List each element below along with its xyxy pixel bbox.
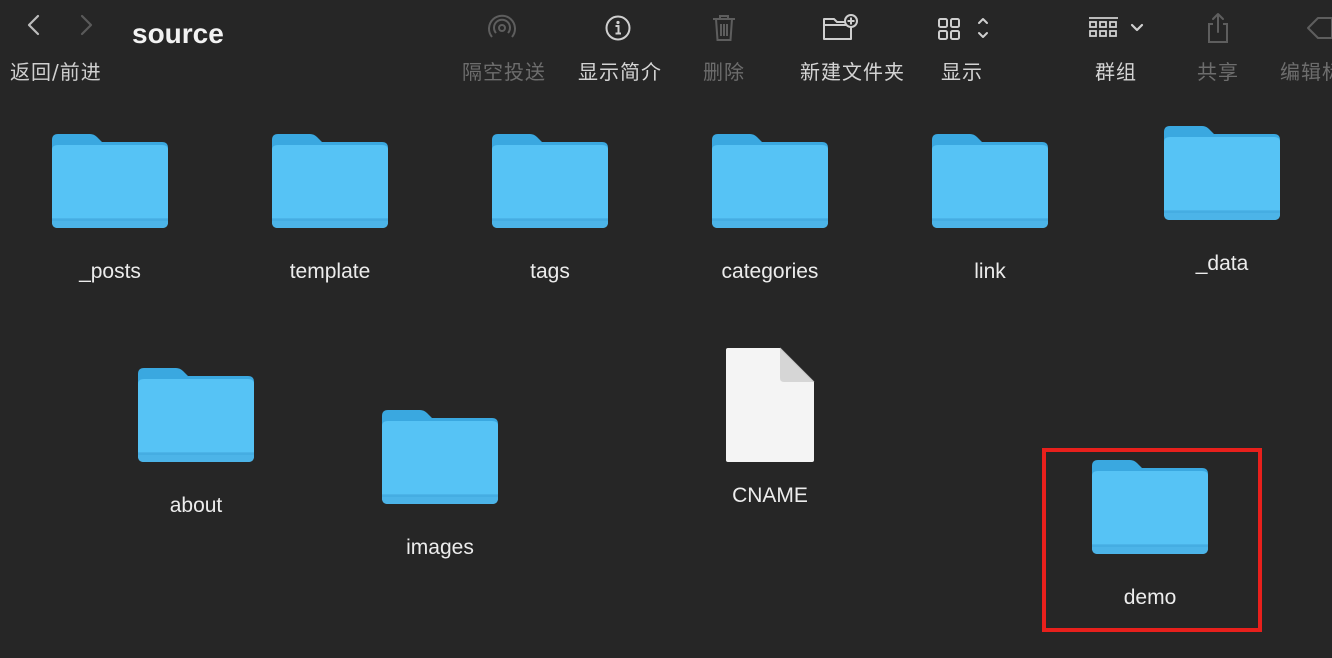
get-info-button[interactable]: 显示简介 [578, 6, 661, 92]
new-folder-label: 新建文件夹 [800, 60, 905, 84]
folder-item[interactable]: about [136, 364, 256, 534]
group-icon [1084, 10, 1148, 46]
airdrop-label: 隔空投送 [462, 60, 546, 84]
folder-icon [1162, 122, 1282, 222]
file-name: tags [530, 260, 570, 283]
back-button[interactable] [20, 10, 50, 40]
share-label: 共享 [1197, 60, 1239, 84]
file-name: CNAME [732, 484, 808, 507]
group-label: 群组 [1095, 60, 1137, 84]
folder-icon [136, 364, 256, 464]
file-name: _posts [79, 260, 141, 283]
trash-icon [704, 10, 744, 46]
delete-button[interactable]: 删除 [703, 6, 744, 92]
new-folder-button[interactable]: 新建文件夹 [800, 6, 904, 92]
forward-button[interactable] [70, 10, 100, 40]
window-title: source [132, 18, 224, 49]
get-info-label: 显示简介 [578, 60, 662, 84]
file-name: about [169, 494, 223, 517]
airdrop-icon [482, 10, 522, 46]
new-folder-icon [820, 10, 860, 46]
folder-item[interactable]: categories [710, 130, 830, 300]
tag-icon [1300, 10, 1332, 46]
edit-tags-button[interactable]: 编辑标 [1280, 6, 1332, 92]
file-name: _data [1195, 252, 1249, 275]
folder-item[interactable]: tags [490, 130, 610, 300]
delete-label: 删除 [703, 60, 745, 84]
edit-tags-label: 编辑标 [1280, 60, 1332, 84]
folder-icon [50, 130, 170, 230]
highlight-box [1042, 448, 1262, 632]
toolbar: 返回/前进 source 隔空投送 显示简介 删除 新建文件夹 显示 群组 共享… [0, 0, 1332, 92]
chevron-left-icon [27, 14, 40, 36]
folder-item[interactable]: _posts [50, 130, 170, 300]
file-name: images [406, 536, 474, 559]
view-label: 显示 [941, 60, 983, 84]
folder-icon [930, 130, 1050, 230]
folder-icon [380, 406, 500, 506]
view-button[interactable]: 显示 [930, 6, 994, 92]
folder-icon [710, 130, 830, 230]
nav-label: 返回/前进 [10, 60, 102, 84]
document-icon [726, 347, 815, 462]
info-icon [598, 10, 638, 46]
folder-icon [490, 130, 610, 230]
folder-item[interactable]: _data [1162, 122, 1282, 292]
airdrop-button[interactable]: 隔空投送 [462, 6, 545, 92]
share-button[interactable]: 共享 [1197, 6, 1238, 92]
file-name: link [974, 260, 1006, 283]
folder-icon [270, 130, 390, 230]
document-item[interactable]: CNAME [724, 346, 816, 516]
file-name: categories [721, 260, 819, 283]
chevron-right-icon [80, 14, 93, 36]
group-button[interactable]: 群组 [1084, 6, 1148, 92]
folder-item[interactable]: images [380, 406, 500, 576]
file-name: template [289, 260, 371, 283]
view-grid-icon [930, 10, 994, 46]
folder-item[interactable]: template [270, 130, 390, 300]
folder-item[interactable]: link [930, 130, 1050, 300]
share-icon [1198, 10, 1238, 46]
